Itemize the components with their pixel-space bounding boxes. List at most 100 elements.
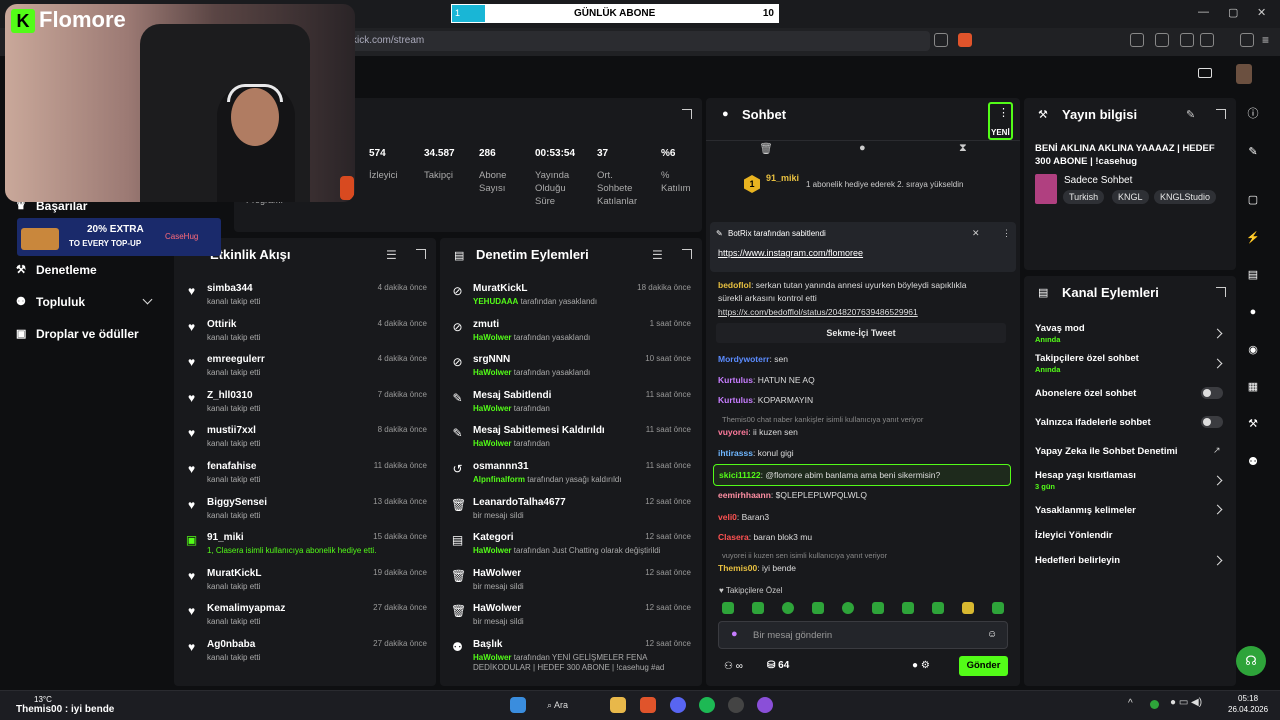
chat-username[interactable]: eemirhhaann — [718, 490, 771, 500]
activity-username[interactable]: MuratKickL — [207, 568, 261, 579]
activity-username[interactable]: Ag0nbaba — [207, 639, 255, 650]
chat-settings-icon[interactable]: ● ⚙ — [912, 660, 930, 671]
activity-username[interactable]: mustii7xxl — [207, 425, 256, 436]
moderation-target[interactable]: zmuti — [473, 319, 499, 330]
chat-message[interactable]: eemirhhaann: $QLEPLEPLWPQLWLQ — [718, 489, 867, 501]
chat-username[interactable]: Themis00 — [718, 563, 757, 573]
chat-username[interactable]: vuyorei — [718, 427, 748, 437]
chat-message[interactable]: veli0: Baran3 — [718, 511, 769, 523]
activity-username[interactable]: Z_hll0310 — [207, 390, 253, 401]
tweet-button[interactable]: Sekme-İçi Tweet — [716, 323, 1006, 343]
action-slow-mode[interactable]: Yavaş mod Anında — [1035, 323, 1085, 344]
chat-username[interactable]: vuyorei — [722, 551, 746, 560]
moderation-target[interactable]: osmannn31 — [473, 461, 529, 472]
expand-icon[interactable] — [1216, 287, 1226, 297]
avatar[interactable] — [1236, 64, 1252, 84]
activity-username[interactable]: Kemalimyapmaz — [207, 603, 285, 614]
points-display[interactable]: ⛁ 64 — [767, 660, 789, 671]
activity-username[interactable]: emreegulerr — [207, 354, 265, 365]
moderator-name[interactable]: YEHUDAAA — [473, 297, 518, 306]
expand-icon[interactable] — [682, 249, 692, 259]
emote-icon[interactable] — [842, 602, 854, 614]
screen-icon[interactable]: ▢ — [1246, 193, 1260, 207]
lightning-icon[interactable]: ⚡ — [1246, 231, 1260, 245]
category-thumbnail[interactable] — [1035, 174, 1057, 204]
chat-username[interactable]: Kurtulus — [718, 375, 753, 385]
edit-icon[interactable]: ✎ — [1186, 108, 1195, 121]
edit-icon[interactable]: ✎ — [1246, 145, 1260, 159]
document-icon[interactable]: ▤ — [1246, 268, 1260, 282]
chat-message[interactable]: vuyorei: ii kuzen sen — [718, 426, 798, 438]
moderation-target[interactable]: srgNNN — [473, 354, 510, 365]
moderation-target[interactable]: Kategori — [473, 532, 514, 543]
reading-icon[interactable] — [1180, 33, 1194, 47]
support-icon[interactable]: ☊ — [1236, 646, 1266, 676]
moderation-target[interactable]: HaWolwer — [473, 603, 521, 614]
action-goals[interactable]: Hedefleri belirleyin — [1035, 555, 1120, 566]
pinned-more-icon[interactable]: ⋮ — [1002, 228, 1011, 239]
emote-icon[interactable] — [932, 602, 944, 614]
obs-icon[interactable] — [757, 697, 773, 713]
sidebar-item-community[interactable]: ⚉ Topluluk — [16, 295, 85, 309]
moderation-target[interactable]: HaWolwer — [473, 568, 521, 579]
spotify-icon[interactable] — [699, 697, 715, 713]
chat-username[interactable]: ihtirasss — [718, 448, 753, 458]
info-icon[interactable]: ⓘ — [1246, 107, 1260, 121]
emote-icon[interactable] — [872, 602, 884, 614]
moderation-target[interactable]: Başlık — [473, 639, 502, 650]
file-explorer-icon[interactable] — [610, 697, 626, 713]
chat-message[interactable]: Kurtulus: KOPARMAYIN — [718, 394, 813, 406]
filter-icon[interactable]: ☰ — [652, 248, 663, 262]
chat-message[interactable]: vuyorei ii kuzen sen isimli kullanıcıya … — [722, 550, 887, 562]
chat-username[interactable]: Themis00 — [722, 415, 755, 424]
chat-username[interactable]: veli0 — [718, 512, 737, 522]
moderation-target[interactable]: LeanardoTalha4677 — [473, 497, 566, 508]
activity-username[interactable]: 91_miki — [207, 532, 244, 543]
moderator-name[interactable]: HaWolwer — [473, 368, 512, 377]
chat-message[interactable]: Clasera: baran blok3 mu — [718, 531, 812, 543]
chat-message[interactable]: Themis00: iyi bende — [718, 562, 796, 574]
chat-message[interactable]: sürekli arkasını kontrol etti — [718, 292, 817, 304]
chat-username[interactable]: Kurtulus — [718, 395, 753, 405]
chat-options-button[interactable]: ⋮ YENİ — [988, 102, 1013, 140]
message-icon[interactable]: ● — [859, 142, 866, 154]
moderator-name[interactable]: Alpnfinalform — [473, 475, 525, 484]
chat-message[interactable]: Themis00 chat naber kankişler isimli kul… — [722, 414, 923, 426]
emote-icon[interactable] — [992, 602, 1004, 614]
address-bar[interactable]: kick.com/stream — [330, 31, 930, 51]
chat-username[interactable]: Mordywoterr — [718, 354, 769, 364]
activity-username[interactable]: BiggySensei — [207, 497, 267, 508]
weather[interactable]: 13°C — [34, 695, 52, 704]
category-name[interactable]: Sadece Sohbet — [1064, 175, 1132, 186]
chat-icon[interactable]: ● — [1246, 305, 1260, 319]
mic-icon[interactable]: ● — [731, 628, 738, 640]
emote-icon[interactable] — [902, 602, 914, 614]
moderation-target[interactable]: Mesaj Sabitlendi — [473, 390, 551, 401]
tag-knglstudio[interactable]: KNGLStudio — [1154, 190, 1217, 204]
emote-icon[interactable] — [812, 602, 824, 614]
send-button[interactable]: Gönder — [959, 656, 1008, 676]
emote-icon[interactable] — [752, 602, 764, 614]
moderator-name[interactable]: HaWolwer — [473, 333, 512, 342]
extensions-icon[interactable] — [1130, 33, 1144, 47]
tray-status-icon[interactable] — [1150, 700, 1159, 709]
chat-message[interactable]: skici11122: @flomore abim banlama ama be… — [713, 464, 1011, 486]
activity-username[interactable]: Ottirik — [207, 319, 236, 330]
moderation-target[interactable]: Mesaj Sabitlemesi Kaldırıldı — [473, 425, 605, 436]
moderator-name[interactable]: HaWolwer — [473, 439, 512, 448]
external-link-icon[interactable]: ↗ — [1213, 445, 1221, 456]
broadcast-icon[interactable]: ◉ — [1246, 343, 1260, 357]
menu-icon[interactable]: ≡ — [1262, 33, 1276, 47]
tag-turkish[interactable]: Turkish — [1063, 190, 1105, 204]
close-icon[interactable]: ✕ — [1257, 6, 1266, 19]
action-ai-moderation[interactable]: Yapay Zeka ile Sohbet Denetimi — [1035, 446, 1178, 457]
infinity-icon[interactable]: ⚇ ∞ — [724, 661, 743, 672]
moderator-name[interactable]: HaWolwer — [473, 546, 512, 555]
wallet-icon[interactable] — [1200, 33, 1214, 47]
share-icon[interactable] — [934, 33, 948, 47]
unpin-icon[interactable]: ✕ — [972, 228, 980, 239]
subs-only-toggle[interactable] — [1201, 387, 1223, 399]
tray-mic-icon[interactable]: ● ▭ ◀) — [1170, 697, 1202, 708]
discord-icon[interactable] — [670, 697, 686, 713]
chat-message[interactable]: Kurtulus: HATUN NE AQ — [718, 374, 815, 386]
